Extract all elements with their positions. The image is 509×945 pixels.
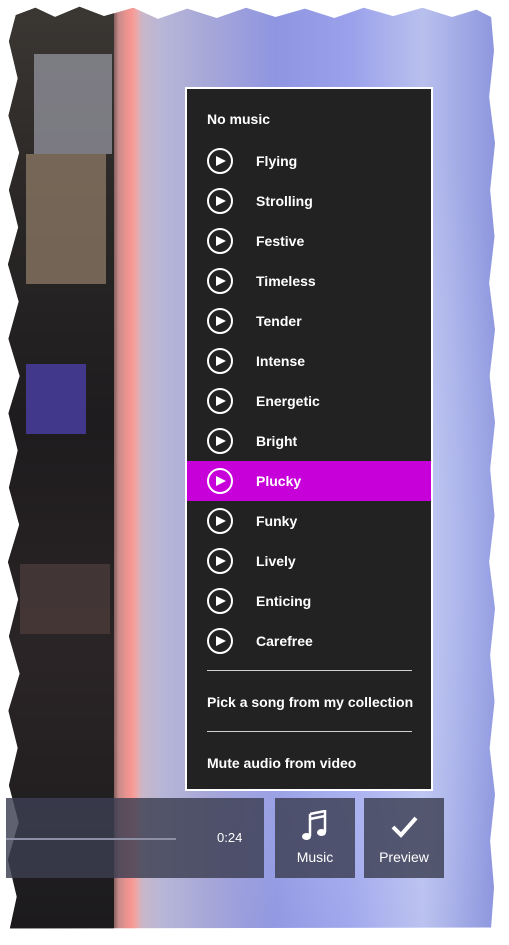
time-readout: 0:24 xyxy=(217,830,243,845)
play-icon[interactable] xyxy=(207,628,233,654)
music-track-energetic[interactable]: Energetic xyxy=(187,381,431,421)
play-icon[interactable] xyxy=(207,428,233,454)
play-icon[interactable] xyxy=(207,268,233,294)
music-track-festive[interactable]: Festive xyxy=(187,221,431,261)
music-track-label: Funky xyxy=(256,513,298,529)
music-track-label: Intense xyxy=(256,353,306,369)
music-track-list: Flying Strolling Festive Timeless Tender Inte… xyxy=(187,141,431,661)
play-icon[interactable] xyxy=(207,468,233,494)
music-track-tender[interactable]: Tender xyxy=(187,301,431,341)
background-object xyxy=(34,54,112,154)
music-note-icon xyxy=(275,810,355,842)
play-icon[interactable] xyxy=(207,508,233,534)
progress-track[interactable] xyxy=(6,838,176,840)
background-object xyxy=(26,364,86,434)
music-button-label: Music xyxy=(296,849,334,865)
background-object xyxy=(20,564,110,634)
play-icon[interactable] xyxy=(207,188,233,214)
music-menu: No music Flying Strolling Festive Timeless T… xyxy=(185,87,433,791)
play-icon[interactable] xyxy=(207,388,233,414)
music-track-label: Lively xyxy=(256,553,296,569)
background-object xyxy=(26,154,106,284)
checkmark-icon xyxy=(364,810,444,842)
background-light-stripe xyxy=(122,6,140,929)
music-track-label: Plucky xyxy=(256,473,302,489)
music-track-label: Strolling xyxy=(256,193,313,209)
play-icon[interactable] xyxy=(207,228,233,254)
music-button[interactable]: Music xyxy=(275,798,355,878)
timeline-bar: 0:24 xyxy=(6,798,264,878)
menu-divider xyxy=(207,670,412,671)
play-icon[interactable] xyxy=(207,548,233,574)
music-track-label: Flying xyxy=(256,153,298,169)
music-track-intense[interactable]: Intense xyxy=(187,341,431,381)
music-track-flying[interactable]: Flying xyxy=(187,141,431,181)
pick-song-option[interactable]: Pick a song from my collection xyxy=(207,694,413,710)
play-icon[interactable] xyxy=(207,308,233,334)
music-track-funky[interactable]: Funky xyxy=(187,501,431,541)
play-icon[interactable] xyxy=(207,148,233,174)
menu-divider xyxy=(207,731,412,732)
music-track-label: Carefree xyxy=(256,633,313,649)
music-track-label: Tender xyxy=(256,313,302,329)
preview-button[interactable]: Preview xyxy=(364,798,444,878)
music-track-enticing[interactable]: Enticing xyxy=(187,581,431,621)
mute-audio-option[interactable]: Mute audio from video xyxy=(207,755,356,771)
music-track-plucky[interactable]: Plucky xyxy=(187,461,431,501)
music-track-carefree[interactable]: Carefree xyxy=(187,621,431,661)
preview-button-label: Preview xyxy=(379,849,429,865)
play-icon[interactable] xyxy=(207,348,233,374)
music-track-label: Festive xyxy=(256,233,305,249)
music-track-timeless[interactable]: Timeless xyxy=(187,261,431,301)
no-music-option[interactable]: No music xyxy=(207,111,270,127)
music-track-bright[interactable]: Bright xyxy=(187,421,431,461)
music-track-strolling[interactable]: Strolling xyxy=(187,181,431,221)
music-track-label: Enticing xyxy=(256,593,312,609)
music-track-label: Energetic xyxy=(256,393,320,409)
music-track-lively[interactable]: Lively xyxy=(187,541,431,581)
music-track-label: Timeless xyxy=(256,273,316,289)
music-track-label: Bright xyxy=(256,433,298,449)
play-icon[interactable] xyxy=(207,588,233,614)
